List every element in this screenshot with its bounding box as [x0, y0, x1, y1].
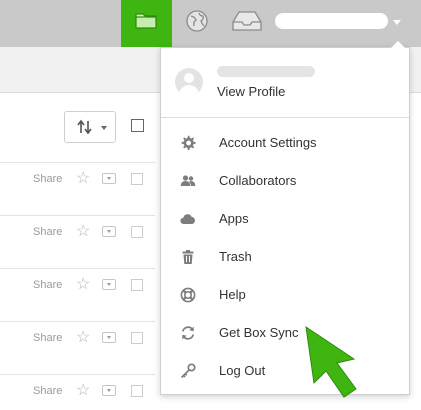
inbox-icon[interactable]: [232, 10, 262, 32]
menu-item-account-settings[interactable]: Account Settings: [161, 124, 409, 162]
profile-section[interactable]: View Profile: [161, 48, 409, 118]
share-link[interactable]: Share: [33, 173, 62, 185]
row-checkbox[interactable]: [131, 332, 143, 344]
menu-item-label: Apps: [219, 211, 249, 226]
star-icon[interactable]: ☆: [76, 171, 90, 187]
sort-arrows-icon: [77, 119, 92, 135]
collaborators-icon: [180, 175, 196, 186]
menu-item-get-box-sync[interactable]: Get Box Sync: [161, 314, 409, 352]
globe-icon[interactable]: [185, 9, 209, 33]
key-icon: [180, 363, 196, 379]
select-all-checkbox[interactable]: [131, 119, 144, 132]
top-bar: [0, 0, 421, 47]
menu-item-label: Log Out: [219, 363, 266, 378]
star-icon[interactable]: ☆: [76, 330, 90, 346]
files-nav-button[interactable]: [121, 0, 172, 47]
menu-item-collaborators[interactable]: Collaborators: [161, 162, 409, 200]
pointer-arrow-icon: [305, 325, 357, 398]
lifebuoy-icon: [180, 287, 196, 303]
row-checkbox[interactable]: [131, 279, 143, 291]
menu-item-trash[interactable]: Trash: [161, 238, 409, 276]
row-checkbox[interactable]: [131, 385, 143, 397]
view-profile-link[interactable]: View Profile: [217, 84, 285, 99]
share-link[interactable]: Share: [33, 279, 62, 291]
star-icon[interactable]: ☆: [76, 383, 90, 399]
row-checkbox[interactable]: [131, 173, 143, 185]
menu-item-label: Help: [219, 287, 246, 302]
chevron-down-icon[interactable]: [393, 20, 401, 25]
sync-icon: [181, 326, 195, 340]
item-menu-button[interactable]: [102, 332, 116, 343]
item-menu-button[interactable]: [102, 226, 116, 237]
trash-icon: [182, 250, 194, 264]
share-link[interactable]: Share: [33, 226, 62, 238]
user-name: [217, 66, 315, 77]
divider: [161, 117, 409, 118]
star-icon[interactable]: ☆: [76, 277, 90, 293]
item-menu-button[interactable]: [102, 385, 116, 396]
list-item[interactable]: Share ☆: [0, 215, 155, 268]
list-item[interactable]: Share ☆: [0, 374, 155, 410]
chevron-down-icon: [101, 126, 107, 130]
list-item[interactable]: Share ☆: [0, 268, 155, 321]
file-list: Share ☆ Share ☆ Share ☆ Share ☆ Share ☆: [0, 162, 155, 410]
menu-item-label: Collaborators: [219, 173, 297, 188]
list-item[interactable]: Share ☆: [0, 321, 155, 374]
folder-icon: [135, 13, 157, 29]
sort-button[interactable]: [64, 111, 116, 143]
menu-item-apps[interactable]: Apps: [161, 200, 409, 238]
menu-item-label: Trash: [219, 249, 252, 264]
dropdown-pointer-fill: [391, 41, 405, 48]
menu-item-label: Account Settings: [219, 135, 317, 150]
share-link[interactable]: Share: [33, 332, 62, 344]
item-menu-button[interactable]: [102, 279, 116, 290]
share-link[interactable]: Share: [33, 385, 62, 397]
account-dropdown-menu: View Profile Account Settings Collaborat…: [160, 47, 410, 395]
row-checkbox[interactable]: [131, 226, 143, 238]
star-icon[interactable]: ☆: [76, 224, 90, 240]
avatar: [175, 68, 203, 96]
menu-item-log-out[interactable]: Log Out: [161, 352, 409, 390]
item-menu-button[interactable]: [102, 173, 116, 184]
menu-item-help[interactable]: Help: [161, 276, 409, 314]
gear-icon: [181, 135, 196, 151]
list-item[interactable]: Share ☆: [0, 162, 155, 215]
account-name-field[interactable]: [275, 13, 388, 29]
cloud-icon: [180, 214, 195, 225]
menu-item-label: Get Box Sync: [219, 325, 299, 340]
